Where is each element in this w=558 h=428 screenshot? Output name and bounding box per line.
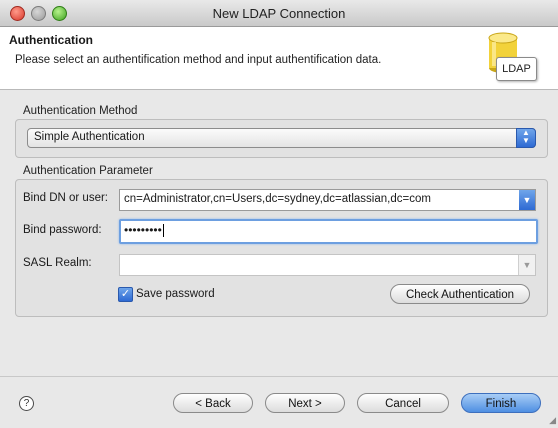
page-description: Please select an authentification method… [15, 54, 382, 66]
window-title: New LDAP Connection [212, 6, 346, 21]
bind-dn-dropdown-button[interactable]: ▼ [519, 190, 535, 210]
resize-grip-icon[interactable]: ◢ [549, 415, 556, 426]
bind-password-value: ••••••••• [124, 223, 164, 238]
save-password-label[interactable]: Save password [136, 288, 215, 300]
title-bar: New LDAP Connection [0, 0, 558, 27]
sasl-realm-dropdown-button[interactable]: ▼ [518, 255, 535, 275]
select-stepper-icon: ▲ ▼ [516, 128, 536, 148]
back-button[interactable]: < Back [173, 393, 253, 413]
bind-password-field[interactable]: ••••••••• [119, 219, 538, 244]
check-authentication-button[interactable]: Check Authentication [390, 284, 530, 304]
save-password-checkbox[interactable]: ✓ [118, 287, 133, 302]
bind-dn-input[interactable]: cn=Administrator,cn=Users,dc=sydney,dc=a… [124, 193, 431, 205]
bind-password-label: Bind password: [23, 224, 102, 236]
ldap-database-icon: LDAP [486, 30, 537, 86]
next-button[interactable]: Next > [265, 393, 345, 413]
page-title: Authentication [9, 33, 93, 47]
wizard-banner: Authentication Please select an authenti… [0, 27, 558, 90]
sasl-realm-label: SASL Realm: [23, 257, 92, 269]
auth-method-select[interactable]: Simple Authentication ▲ ▼ [27, 128, 536, 148]
cancel-button[interactable]: Cancel [357, 393, 449, 413]
bind-dn-combo[interactable]: cn=Administrator,cn=Users,dc=sydney,dc=a… [119, 189, 536, 211]
finish-button[interactable]: Finish [461, 393, 541, 413]
bind-dn-label: Bind DN or user: [23, 192, 109, 204]
auth-params-group-label: Authentication Parameter [23, 165, 153, 177]
sasl-realm-combo[interactable]: ▼ [119, 254, 536, 276]
text-caret [162, 224, 164, 238]
ldap-icon-label: LDAP [496, 57, 537, 81]
auth-method-group-label: Authentication Method [23, 105, 138, 117]
help-icon[interactable]: ? [19, 396, 34, 411]
auth-method-selected-value: Simple Authentication [34, 131, 145, 143]
footer-separator [0, 376, 558, 377]
